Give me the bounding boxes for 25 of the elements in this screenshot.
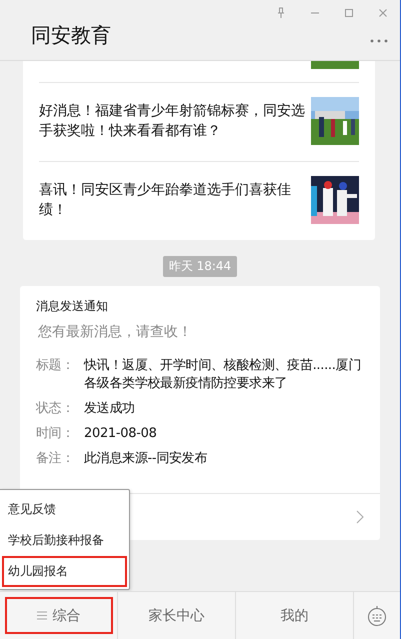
field-value: 快讯！返厦、开学时间、核酸检测、疫苗......厦门各级各类学校最新疫情防控要求来了 <box>84 357 362 393</box>
bottom-tab[interactable]: 我的 <box>236 592 354 639</box>
field-value: 此消息来源--同安发布 <box>84 450 208 468</box>
more-icon[interactable] <box>370 38 388 44</box>
field-label: 标题： <box>36 357 76 375</box>
window-title: 同安教育 <box>31 22 111 49</box>
notice-subtitle: 您有最新消息，请查收！ <box>38 323 193 341</box>
field-value: 2021-08-08 <box>84 425 158 443</box>
chevron-icon[interactable] <box>356 510 364 524</box>
field-label: 时间： <box>36 425 76 443</box>
menu-item[interactable]: 意见反馈 <box>0 494 129 525</box>
article-title[interactable]: 喜讯！同安区青少年跆拳道选手们喜获佳绩！ <box>39 180 305 220</box>
article-title[interactable]: 好消息！福建省青少年射箭锦标赛，同安选手获奖啦！快来看看都有谁？ <box>39 101 305 141</box>
menu-item[interactable]: 幼儿园报名 <box>2 556 127 587</box>
menu-icon <box>36 611 46 620</box>
keyboard-icon[interactable] <box>366 604 388 626</box>
field-value: 发送成功 <box>84 400 136 418</box>
bottom-tab[interactable]: 家长中心 <box>118 592 236 639</box>
maximize-icon[interactable] <box>342 6 356 20</box>
timestamp: 昨天 18:44 <box>162 256 238 277</box>
menu-item[interactable]: 学校后勤接种报备 <box>0 525 129 556</box>
field-label: 备注： <box>36 450 76 468</box>
bottom-tab[interactable]: 综合 <box>0 592 118 639</box>
field-label: 状态： <box>36 400 76 418</box>
notice-heading: 消息发送通知 <box>36 298 109 315</box>
